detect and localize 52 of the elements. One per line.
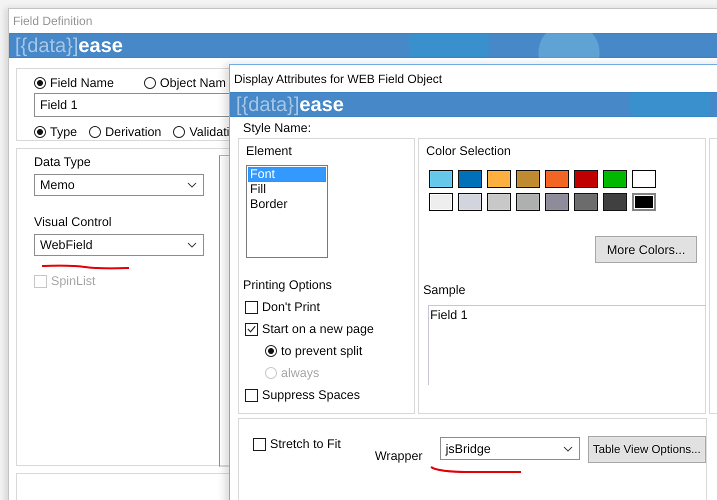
chevron-icon: [562, 446, 573, 452]
data-type-label: Data Type: [34, 155, 91, 169]
color-swatch[interactable]: [574, 170, 598, 188]
element-label: Element: [246, 144, 292, 158]
logo-bracket: [{data}]: [236, 94, 300, 114]
color-swatch[interactable]: [516, 170, 540, 188]
color-swatch[interactable]: [516, 193, 540, 211]
color-swatch[interactable]: [487, 193, 512, 211]
color-swatch[interactable]: [487, 170, 512, 188]
dialog-title: Display Attributes for WEB Field Object: [234, 72, 442, 86]
printing-options-label: Printing Options: [243, 278, 332, 292]
color-swatch[interactable]: [429, 170, 454, 188]
color-swatch[interactable]: [429, 193, 454, 211]
color-swatch[interactable]: [603, 193, 628, 211]
data-type-dropdown[interactable]: Memo: [34, 174, 204, 196]
option-checkbox[interactable]: Start on a new page: [245, 322, 374, 336]
chevron-icon: [187, 242, 197, 248]
logo-bracket: [{data}]: [15, 36, 78, 56]
style-name-label: Style Name:: [243, 121, 312, 135]
radio-option[interactable]: Object Nam: [144, 76, 226, 90]
color-swatch[interactable]: [545, 193, 570, 211]
more-colors-button[interactable]: More Colors...: [595, 236, 698, 263]
radio-option[interactable]: Derivation: [89, 125, 162, 139]
list-item[interactable]: Border: [248, 197, 326, 212]
visual-control-label: Visual Control: [34, 215, 112, 229]
check-icon: [246, 323, 257, 335]
logo-word: ease: [78, 36, 123, 56]
wrapper-label: Wrapper: [374, 449, 423, 463]
color-swatch[interactable]: [632, 170, 656, 188]
wrapper-dropdown[interactable]: jsBridge: [440, 437, 580, 460]
color-swatch[interactable]: [574, 193, 598, 211]
table-view-options-button[interactable]: Table View Options...: [588, 436, 706, 463]
visual-control-dropdown[interactable]: WebField: [34, 234, 204, 256]
radio-option[interactable]: Type: [34, 125, 78, 139]
radio-option[interactable]: Validati: [173, 125, 230, 139]
option-radio[interactable]: to prevent split: [265, 344, 362, 358]
color-swatch[interactable]: [632, 193, 656, 211]
color-swatch[interactable]: [458, 170, 482, 188]
window-title: Field Definition: [13, 14, 92, 28]
color-selection-label: Color Selection: [426, 144, 511, 158]
list-item[interactable]: Fill: [248, 182, 326, 197]
sample-text: Field 1: [430, 308, 468, 322]
option-checkbox[interactable]: Suppress Spaces: [245, 388, 360, 402]
radio-option[interactable]: Field Name: [34, 76, 114, 90]
sample-label: Sample: [423, 283, 466, 297]
element-list[interactable]: Font Fill Border: [246, 165, 328, 258]
color-swatch[interactable]: [458, 193, 482, 211]
color-swatch[interactable]: [603, 170, 628, 188]
stretch-checkbox[interactable]: Stretch to Fit: [253, 437, 341, 451]
chevron-icon: [187, 182, 197, 188]
option-checkbox[interactable]: Don't Print: [245, 300, 320, 314]
color-swatch[interactable]: [545, 170, 570, 188]
